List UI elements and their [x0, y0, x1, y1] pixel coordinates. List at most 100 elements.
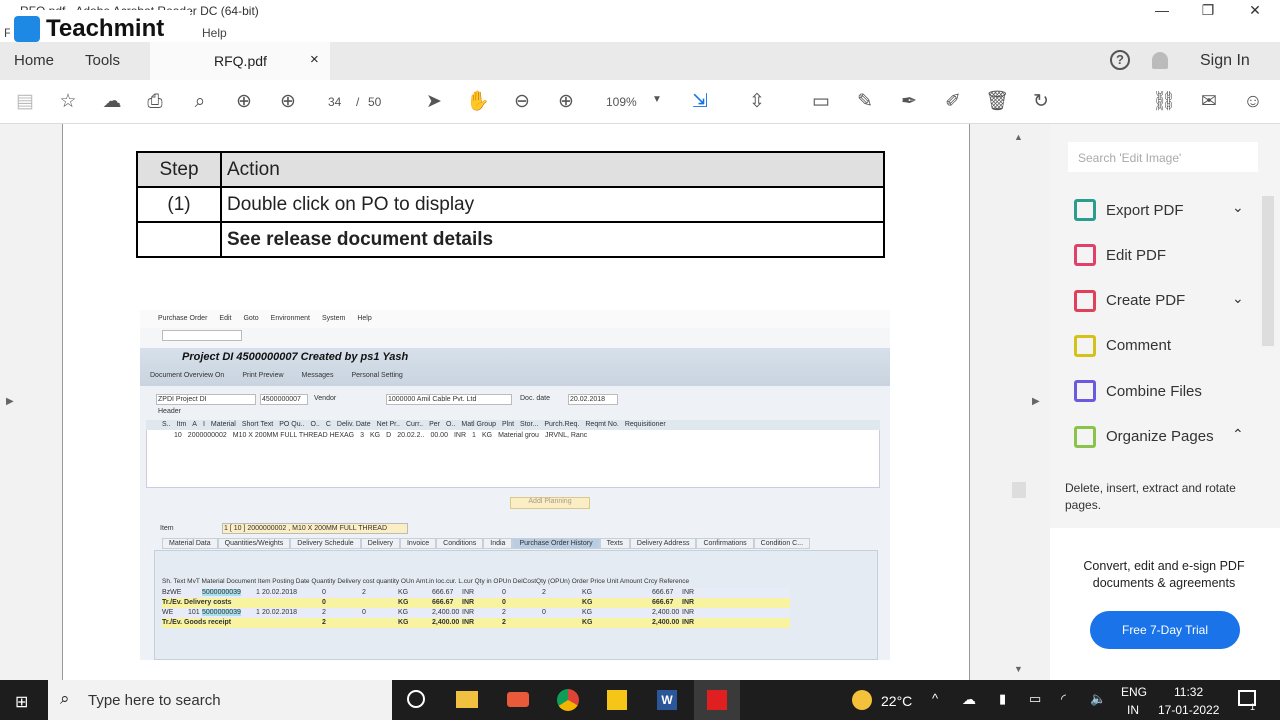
tool-organize-pages[interactable]: Organize Pages ⌃: [1074, 422, 1244, 452]
temperature[interactable]: 22°C: [881, 693, 912, 709]
promo-text: Convert, edit and e-sign PDF documents &…: [1083, 559, 1245, 590]
clock-date[interactable]: 17-01-2022: [1158, 703, 1219, 717]
save-icon[interactable]: ▤: [13, 90, 37, 114]
restore-button[interactable]: ❐: [1193, 2, 1223, 19]
sap-history-cell: Tr./Ev. Goods receipt: [162, 619, 232, 626]
sap-history-cell: 5000000039: [202, 589, 241, 596]
sap-item-cell: KG: [370, 432, 381, 439]
sap-item-row: 10 2000000002 M10 X 200MM FULL THREAD HEXA…: [174, 432, 587, 439]
sap-vendor-label: Vendor: [314, 395, 337, 402]
sap-history-cell: 666.67: [652, 599, 674, 606]
tools-scrollbar[interactable]: [1262, 196, 1274, 346]
weather-sun-icon[interactable]: [852, 690, 872, 710]
sap-history-cell: 0: [542, 609, 546, 616]
battery-icon[interactable]: ▭: [1029, 691, 1041, 707]
chevron-down-icon[interactable]: ⌄: [1232, 290, 1244, 307]
chrome-icon[interactable]: [557, 689, 579, 711]
email-icon[interactable]: ✉: [1197, 90, 1221, 114]
sign-in-button[interactable]: Sign In: [1200, 52, 1250, 70]
sap-history-cell: 101: [188, 609, 200, 616]
toolbar: ▤ ☆ ☁ ⎙ ⌕ ⊕ ⊕ 34 / 50 ➤ ✋ ⊖ ⊕ 109% ▼ ⇲ ⇳…: [0, 80, 1280, 124]
cell-action: Double click on PO to display: [220, 186, 885, 223]
menu-help[interactable]: Help: [202, 26, 227, 40]
sap-item-cell: JRVNL, Ranc: [544, 432, 588, 439]
sap-history-cell: KG: [582, 599, 593, 606]
bell-icon[interactable]: [1152, 52, 1168, 69]
zoom-app-icon[interactable]: [507, 692, 529, 707]
next-page-icon[interactable]: ⊕: [276, 90, 300, 114]
sap-item-cell: INR: [453, 432, 467, 439]
language-eng[interactable]: ENG: [1121, 685, 1147, 699]
close-window-button[interactable]: ✕: [1240, 2, 1270, 19]
volume-icon[interactable]: 🔈: [1090, 691, 1106, 707]
right-panel-toggle-icon[interactable]: ▶: [1032, 396, 1040, 407]
bookmark-star-icon[interactable]: ☆: [56, 90, 80, 114]
hand-tool-icon[interactable]: ✋: [466, 90, 490, 114]
document-scrollbar[interactable]: ▲ ▼: [1012, 132, 1026, 674]
share-user-icon[interactable]: ☺: [1241, 90, 1265, 114]
select-cursor-icon[interactable]: ➤: [422, 90, 446, 114]
page-total: 50: [368, 95, 382, 109]
search-zoom-icon[interactable]: ⌕: [188, 90, 212, 114]
sap-item-column: I: [202, 421, 205, 428]
acrobat-taskbar-button[interactable]: [694, 680, 740, 720]
tab-document[interactable]: RFQ.pdf ×: [150, 42, 330, 80]
cell-action: See release document details: [220, 221, 885, 258]
zoom-level-select[interactable]: 109%: [606, 95, 637, 109]
microphone-icon[interactable]: ▮: [999, 691, 1006, 707]
free-trial-button[interactable]: Free 7-Day Trial: [1090, 611, 1240, 649]
zoom-in-icon[interactable]: ⊕: [554, 90, 578, 114]
tool-export-pdf[interactable]: Export PDF ⌄: [1074, 195, 1244, 225]
file-explorer-icon[interactable]: [456, 691, 478, 708]
prev-page-icon[interactable]: ⊕: [232, 90, 256, 114]
help-icon[interactable]: ?: [1110, 50, 1130, 70]
link-icon[interactable]: ⛓: [1152, 90, 1176, 114]
organize-pages-icon: [1074, 425, 1096, 448]
rotate-icon[interactable]: ↻: [1029, 90, 1053, 114]
minimize-button[interactable]: —: [1147, 2, 1177, 18]
wifi-icon[interactable]: ◜: [1061, 691, 1066, 707]
sticky-notes-icon[interactable]: [607, 690, 627, 710]
tools-search-input[interactable]: Search 'Edit Image': [1068, 142, 1258, 172]
windows-start-icon[interactable]: ⊞: [15, 692, 28, 712]
chevron-down-icon[interactable]: ⌄: [1232, 199, 1244, 216]
tool-create-pdf[interactable]: Create PDF ⌄: [1074, 286, 1244, 316]
word-icon[interactable]: W: [657, 690, 677, 710]
sap-item-column: Matl Group: [461, 421, 496, 428]
fit-page-icon[interactable]: ⇲: [688, 90, 712, 114]
tool-edit-pdf[interactable]: Edit PDF: [1074, 240, 1166, 270]
close-tab-icon[interactable]: ×: [310, 51, 319, 68]
comment-icon[interactable]: ▭: [809, 90, 833, 114]
taskbar-search-box[interactable]: ⌕ Type here to search: [48, 680, 392, 720]
tool-combine-files[interactable]: Combine Files: [1074, 376, 1202, 406]
zoom-out-icon[interactable]: ⊖: [510, 90, 534, 114]
sap-item-cell: 20.02.2..: [397, 432, 425, 439]
sign-icon[interactable]: ✒: [897, 90, 921, 114]
sap-item-column: PO Qu..: [279, 421, 305, 428]
chevron-up-icon[interactable]: ⌃: [1232, 426, 1244, 443]
cortana-icon[interactable]: [407, 690, 425, 708]
page-number-input[interactable]: 34: [328, 95, 341, 109]
fill-sign-icon[interactable]: ✐: [941, 90, 965, 114]
sap-item-column: Purch.Req.: [544, 421, 580, 428]
sap-item-tab: India: [483, 538, 513, 549]
chevron-down-icon[interactable]: ▼: [652, 94, 662, 105]
left-panel-toggle-icon[interactable]: ▶: [6, 396, 14, 407]
chevron-up-icon[interactable]: ^: [932, 691, 938, 706]
scroll-mode-icon[interactable]: ⇳: [745, 90, 769, 114]
highlight-pen-icon[interactable]: ✎: [853, 90, 877, 114]
delete-icon[interactable]: 🗑: [985, 90, 1009, 114]
sap-history-cell: INR: [682, 599, 695, 606]
upload-cloud-icon[interactable]: ☁: [100, 90, 124, 114]
onedrive-cloud-icon[interactable]: ☁: [962, 691, 976, 708]
sap-history-cell: 2: [322, 609, 326, 616]
tab-home[interactable]: Home: [14, 52, 54, 69]
clock-time[interactable]: 11:32: [1174, 685, 1203, 699]
sap-history-cell: KG: [398, 619, 409, 626]
tool-comment[interactable]: Comment: [1074, 331, 1171, 361]
tab-tools[interactable]: Tools: [85, 52, 120, 69]
sap-history-columns: Sh. Text MvT Material Document Item Post…: [162, 578, 690, 585]
print-icon[interactable]: ⎙: [143, 90, 167, 114]
page-separator: /: [356, 95, 360, 109]
language-in[interactable]: IN: [1127, 703, 1139, 717]
